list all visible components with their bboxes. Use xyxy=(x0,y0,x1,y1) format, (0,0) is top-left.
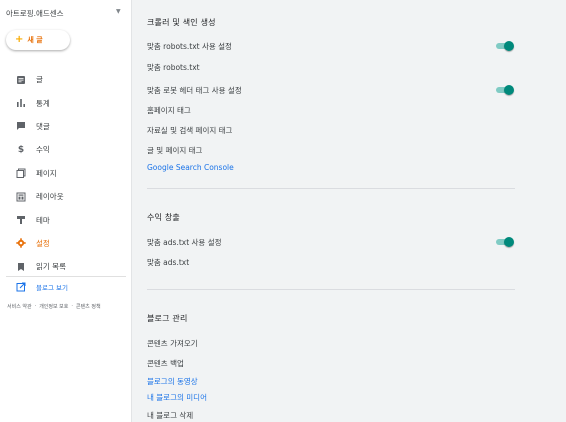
view-blog-label: 블로그 보기 xyxy=(36,284,68,292)
toggle-knob xyxy=(504,41,514,51)
sidebar-item-reading-list[interactable]: 읽기 목록 xyxy=(0,255,132,278)
section-title-crawlers: 크롤러 및 색인 생성 xyxy=(147,18,216,27)
custom-robots-row[interactable]: 맞춤 robots.txt xyxy=(147,62,200,73)
sidebar-item-theme[interactable]: 테마 xyxy=(0,208,132,231)
comments-icon xyxy=(16,121,26,131)
caret-down-icon[interactable]: ▼ xyxy=(116,8,121,15)
custom-robots-toggle[interactable] xyxy=(496,41,514,51)
terms-link[interactable]: 서비스 약관 xyxy=(7,303,32,310)
custom-ads-txt-enable-row[interactable]: 맞춤 ads.txt 사용 설정 xyxy=(147,237,222,248)
section-divider xyxy=(147,289,515,290)
delete-blog-row[interactable]: 내 블로그 삭제 xyxy=(147,410,193,421)
sidebar-item-label: 글 xyxy=(36,75,43,85)
sidebar-nav: 글 통계 댓글 $ 수익 페이지 레이아웃 테마 설정 읽기 목록 xyxy=(0,68,132,279)
section-divider xyxy=(147,188,515,189)
custom-robot-header-enable-row[interactable]: 맞춤 로봇 헤더 태그 사용 설정 xyxy=(147,85,242,96)
post-page-tags-row[interactable]: 글 및 페이지 태그 xyxy=(147,145,202,156)
settings-icon xyxy=(16,238,26,249)
separator: · xyxy=(34,303,37,309)
blog-videos-link[interactable]: 블로그의 동영상 xyxy=(147,376,198,387)
sidebar-item-label: 댓글 xyxy=(36,121,50,131)
custom-ads-txt-toggle[interactable] xyxy=(496,237,514,247)
sidebar-item-settings[interactable]: 설정 xyxy=(0,232,132,255)
google-search-console-link[interactable]: Google Search Console xyxy=(147,163,234,172)
settings-main: 크롤러 및 색인 생성 맞춤 robots.txt 사용 설정 맞춤 robot… xyxy=(133,0,566,422)
archive-search-tags-row[interactable]: 자료실 및 검색 페이지 태그 xyxy=(147,125,232,136)
pages-icon xyxy=(16,168,26,179)
toggle-knob xyxy=(504,85,514,95)
custom-robots-enable-row[interactable]: 맞춤 robots.txt 사용 설정 xyxy=(147,41,232,52)
custom-robot-header-toggle[interactable] xyxy=(496,85,514,95)
sidebar-item-label: 레이아웃 xyxy=(36,192,64,202)
section-title-manage-blog: 블로그 관리 xyxy=(147,314,188,323)
back-up-content-row[interactable]: 콘텐츠 백업 xyxy=(147,358,184,369)
sidebar-item-label: 통계 xyxy=(36,98,50,108)
custom-ads-txt-row[interactable]: 맞춤 ads.txt xyxy=(147,257,189,268)
toggle-knob xyxy=(504,237,514,247)
import-content-row[interactable]: 콘텐츠 가져오기 xyxy=(147,338,198,349)
bookmark-icon xyxy=(16,262,26,272)
dollar-icon: $ xyxy=(17,144,25,155)
sidebar-item-layout[interactable]: 레이아웃 xyxy=(0,185,132,208)
homepage-tags-row[interactable]: 홈페이지 태그 xyxy=(147,105,191,116)
section-title-monetization: 수익 창출 xyxy=(147,213,180,222)
new-post-label: 새 글 xyxy=(27,36,43,44)
sidebar-item-comments[interactable]: 댓글 xyxy=(0,115,132,138)
sidebar-divider xyxy=(6,276,126,277)
content-policy-link[interactable]: 콘텐츠 정책 xyxy=(76,303,101,310)
sidebar-item-label: 설정 xyxy=(36,238,50,248)
sidebar-item-label: 읽기 목록 xyxy=(36,262,66,272)
view-blog-link[interactable]: 블로그 보기 xyxy=(16,282,68,292)
footer-links: 서비스 약관 · 개인정보 보호 · 콘텐츠 정책 xyxy=(7,303,101,310)
sidebar: 아트로핑.애드센스 ▼ + 새 글 글 통계 댓글 $ 수익 페이지 레이아웃 … xyxy=(0,0,132,422)
layout-icon xyxy=(16,192,26,202)
separator: · xyxy=(71,303,73,309)
privacy-link[interactable]: 개인정보 보호 xyxy=(39,303,68,310)
blog-name-selector[interactable]: 아트로핑.애드센스 xyxy=(6,8,64,19)
new-post-button[interactable]: + 새 글 xyxy=(6,30,70,50)
stats-icon xyxy=(16,98,26,108)
sidebar-item-earnings[interactable]: $ 수익 xyxy=(0,138,132,161)
sidebar-item-label: 페이지 xyxy=(36,168,57,178)
sidebar-item-label: 수익 xyxy=(36,145,50,155)
open-external-icon xyxy=(16,282,26,292)
theme-icon xyxy=(16,215,26,225)
sidebar-item-posts[interactable]: 글 xyxy=(0,68,132,91)
sidebar-item-pages[interactable]: 페이지 xyxy=(0,162,132,185)
posts-icon xyxy=(16,75,26,85)
sidebar-item-stats[interactable]: 통계 xyxy=(0,91,132,114)
sidebar-item-label: 테마 xyxy=(36,215,50,225)
blog-media-link[interactable]: 내 블로그의 미디어 xyxy=(147,392,207,403)
plus-icon: + xyxy=(15,34,24,45)
